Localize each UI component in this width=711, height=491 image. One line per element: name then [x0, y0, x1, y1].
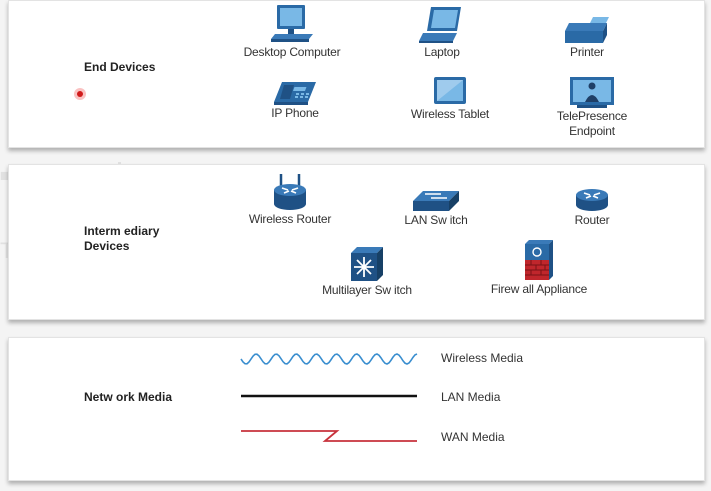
lan-media-line — [241, 394, 417, 398]
wireless-media-line — [240, 353, 418, 365]
intermediary-devices-heading: Interm ediary Devices — [84, 224, 160, 253]
network-media-panel: Netw ork Media Wireless Media LAN Media … — [8, 337, 705, 481]
wan-media-label: WAN Media — [441, 430, 505, 444]
lan-media-label: LAN Media — [441, 390, 501, 404]
wan-media-line — [241, 430, 417, 442]
wireless-router: Wireless Router — [220, 172, 360, 227]
end-devices-heading: End Devices — [84, 60, 156, 74]
firewall-appliance-icon — [525, 240, 553, 280]
wireless-tablet-label: Wireless Tablet — [410, 107, 490, 121]
ip-phone: IP Phone — [225, 80, 365, 121]
lan-switch-label: LAN Sw itch — [404, 213, 468, 227]
intermediary-devices-panel: Interm ediary Devices Wireless Router LA… — [8, 164, 705, 320]
printer: Printer — [517, 15, 657, 60]
multilayer-switch-icon — [351, 247, 383, 281]
printer-icon — [565, 17, 609, 43]
wireless-router-icon — [274, 174, 306, 210]
multilayer-switch: Multilayer Sw itch — [297, 245, 437, 298]
end-devices-panel: End Devices Desktop Computer Laptop Prin… — [8, 0, 705, 148]
firewall-appliance-label: Firew all Appliance — [490, 282, 588, 296]
wireless-router-label: Wireless Router — [248, 212, 332, 226]
desktop-computer-label: Desktop Computer — [243, 45, 341, 59]
wireless-tablet: Wireless Tablet — [380, 75, 520, 122]
laptop: Laptop — [372, 5, 512, 60]
lan-switch: LAN Sw itch — [366, 189, 506, 228]
telepresence-endpoint-icon — [570, 77, 614, 108]
telepresence-endpoint: TelePresence Endpoint — [522, 75, 662, 139]
lan-switch-icon — [413, 191, 459, 211]
router-icon — [576, 189, 608, 211]
diagram-canvas: End Devices Desktop Computer Laptop Prin… — [0, 0, 711, 491]
network-media-heading: Netw ork Media — [84, 390, 173, 404]
desktop-computer-icon — [271, 5, 313, 42]
printer-label: Printer — [570, 45, 604, 59]
laptop-label: Laptop — [424, 45, 460, 59]
router-label: Router — [574, 213, 610, 227]
wireless-media-label: Wireless Media — [441, 351, 524, 365]
desktop-computer: Desktop Computer — [222, 3, 362, 60]
firewall-appliance: Firew all Appliance — [469, 238, 609, 297]
router: Router — [522, 187, 662, 228]
telepresence-endpoint-label: TelePresence Endpoint — [556, 109, 628, 138]
multilayer-switch-label: Multilayer Sw itch — [322, 283, 412, 297]
laptop-icon — [419, 7, 461, 43]
ip-phone-label: IP Phone — [271, 106, 319, 120]
wireless-tablet-icon — [434, 77, 466, 104]
ip-phone-icon — [274, 82, 316, 105]
cursor-indicator — [74, 88, 86, 100]
